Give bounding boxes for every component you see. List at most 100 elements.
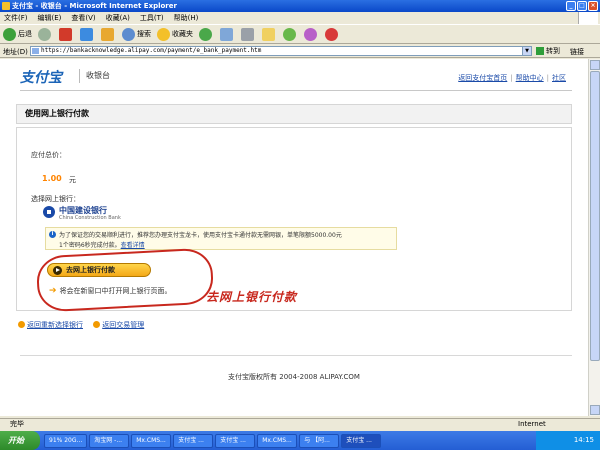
header-divider xyxy=(20,90,572,91)
arrow-right-icon: ➔ xyxy=(49,286,57,296)
taskbar-item[interactable]: 支付宝 ... xyxy=(341,433,382,448)
windows-logo-icon xyxy=(578,12,598,24)
menu-bar: 文件(F) 编辑(E) 查看(V) 收藏(A) 工具(T) 帮助(H) xyxy=(0,12,600,24)
new-window-hint: ➔ 将会在新窗口中打开网上银行页面。 xyxy=(49,286,172,296)
start-button[interactable]: 开始 xyxy=(0,431,40,450)
handwritten-annotation: 去网上银行付款 xyxy=(206,290,298,304)
back-arrow-icon xyxy=(3,27,16,41)
taskbar-item[interactable]: 与 【阿... xyxy=(299,433,340,448)
scroll-down-icon[interactable] xyxy=(590,405,600,415)
payment-panel: 应付总价： 1.00 元 选择网上银行： 中国建设银行 China Constr… xyxy=(16,127,572,313)
notice-text-2-body: 1个密码6秒完成付款。 xyxy=(59,242,121,249)
taskbar-item[interactable]: 淘宝网 -... xyxy=(89,433,130,448)
address-input[interactable]: https://bankacknowledge.alipay.com/payme… xyxy=(30,46,532,56)
taskbar-item[interactable]: 支付宝 ... xyxy=(215,433,256,448)
menu-view[interactable]: 查看(V) xyxy=(71,13,95,23)
cashier-title: 收银台 xyxy=(86,71,110,80)
select-bank-label: 选择网上银行： xyxy=(31,195,80,203)
help-link[interactable]: 帮助中心 xyxy=(516,74,544,82)
plugin-button[interactable] xyxy=(304,27,319,41)
back-button[interactable]: 后退 xyxy=(3,27,32,41)
forward-button[interactable] xyxy=(38,27,53,41)
info-icon: i xyxy=(49,231,56,238)
system-tray: 14:15 xyxy=(536,431,600,450)
favorites-label: 收藏夹 xyxy=(172,30,193,38)
favorites-button[interactable]: 收藏夹 xyxy=(157,27,193,41)
back-circle-icon xyxy=(93,321,101,328)
history-button[interactable] xyxy=(199,27,214,41)
folder-icon xyxy=(262,27,275,41)
search-button[interactable]: 搜索 xyxy=(122,27,151,41)
browser-app-icon xyxy=(2,2,10,10)
panel-title: 使用网上银行付款 xyxy=(16,104,572,124)
maximize-button[interactable]: □ xyxy=(577,1,587,11)
links-button[interactable]: 链接 xyxy=(570,47,584,57)
taskbar-item[interactable]: Mx.CMS... xyxy=(131,433,172,448)
community-link[interactable]: 社区 xyxy=(552,74,566,82)
footer-divider xyxy=(20,355,572,356)
notice-text-1: 为了保证您的交易顺利进行，推荐您办理支付宝龙卡，使用支付宝卡通付款无需网银，单笔… xyxy=(59,232,342,239)
taskbar-item[interactable]: 支付宝 ... xyxy=(173,433,214,448)
go-online-banking-button[interactable]: 去网上银行付款 xyxy=(47,263,151,277)
print-icon xyxy=(241,27,254,41)
alipay-logo[interactable]: 支付宝 xyxy=(20,67,62,87)
search-label: 搜索 xyxy=(137,30,151,38)
window-title: 支付宝 - 收银台 - Microsoft Internet Explorer xyxy=(12,2,177,10)
plugin-icon xyxy=(304,27,317,41)
copyright: 支付宝版权所有 2004-2008 ALIPAY.COM xyxy=(228,373,360,381)
menu-help[interactable]: 帮助(H) xyxy=(174,13,199,23)
logo-divider xyxy=(79,69,80,83)
clock: 14:15 xyxy=(573,436,594,444)
print-button[interactable] xyxy=(241,27,256,41)
pay-label: 应付总价： xyxy=(31,151,66,159)
home-link[interactable]: 返回支付宝首页 xyxy=(458,74,507,82)
taskbar-item[interactable]: 91% 20G... xyxy=(44,433,88,448)
window-controls: _ □ × xyxy=(566,1,598,11)
back-label: 后退 xyxy=(18,30,32,38)
search-icon xyxy=(122,27,135,41)
browser-toolbar: 后退 搜索 收藏夹 xyxy=(0,24,600,44)
stop-button[interactable] xyxy=(59,27,74,41)
menu-edit[interactable]: 编辑(E) xyxy=(38,13,62,23)
go-button[interactable]: 转到 xyxy=(536,46,564,56)
top-links: 返回支付宝首页 | 帮助中心 | 社区 xyxy=(458,74,566,82)
star-icon xyxy=(157,27,170,41)
home-button[interactable] xyxy=(101,27,116,41)
reselect-bank-label: 返回重新选择银行 xyxy=(27,321,83,329)
mail-icon xyxy=(220,27,233,41)
menu-file[interactable]: 文件(F) xyxy=(4,13,28,23)
home-icon xyxy=(101,27,114,41)
notice-box: i 为了保证您的交易顺利进行，推荐您办理支付宝龙卡，使用支付宝卡通付款无需网银，… xyxy=(45,227,397,250)
ccb-logo-icon xyxy=(43,206,55,218)
back-links: 返回重新选择银行 返回交易管理 xyxy=(18,320,152,330)
address-label: 地址(D) xyxy=(3,48,28,56)
scroll-thumb[interactable] xyxy=(590,71,600,361)
notice-text-2: 1个密码6秒完成付款。查看详情 xyxy=(59,240,145,249)
pay-unit: 元 xyxy=(69,176,76,184)
menu-tools[interactable]: 工具(T) xyxy=(140,13,164,23)
refresh-icon xyxy=(80,27,93,41)
status-zone: Internet xyxy=(518,420,546,428)
refresh-button[interactable] xyxy=(80,27,95,41)
folder-button[interactable] xyxy=(262,27,277,41)
stop-icon xyxy=(59,27,72,41)
forward-arrow-icon xyxy=(38,27,51,41)
address-dropdown-icon[interactable]: ▼ xyxy=(522,46,532,56)
close-button[interactable]: × xyxy=(588,1,598,11)
mail-button[interactable] xyxy=(220,27,235,41)
vertical-scrollbar[interactable] xyxy=(588,59,600,416)
window-titlebar: 支付宝 - 收银台 - Microsoft Internet Explorer … xyxy=(0,0,600,12)
back-circle-icon xyxy=(18,321,25,328)
details-link[interactable]: 查看详情 xyxy=(121,242,145,249)
pay-button-label: 去网上银行付款 xyxy=(66,266,115,274)
hint-text: 将会在新窗口中打开网上银行页面。 xyxy=(59,287,172,295)
menu-favorites[interactable]: 收藏(A) xyxy=(106,13,130,23)
scroll-up-icon[interactable] xyxy=(590,60,600,70)
messenger-button[interactable] xyxy=(283,27,298,41)
tool-button[interactable] xyxy=(325,27,340,41)
taskbar-item[interactable]: Mx.CMS... xyxy=(257,433,298,448)
address-bar: 地址(D) https://bankacknowledge.alipay.com… xyxy=(0,44,600,58)
trade-manage-link[interactable]: 返回交易管理 xyxy=(93,320,144,330)
reselect-bank-link[interactable]: 返回重新选择银行 xyxy=(18,320,83,330)
minimize-button[interactable]: _ xyxy=(566,1,576,11)
